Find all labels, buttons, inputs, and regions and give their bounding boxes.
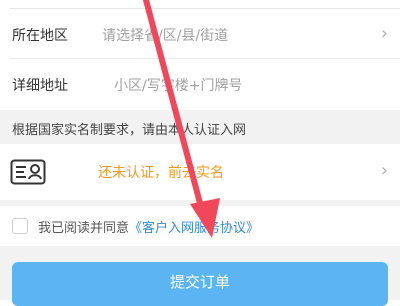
region-row[interactable]: 所在地区 请选择省/区/县/街道 › <box>0 10 400 58</box>
address-label: 详细地址 <box>12 78 68 94</box>
notice-bar: 根据国家实名制要求，请由本人认证入网 <box>0 110 400 144</box>
address-input[interactable]: 小区/写字楼+门牌号 <box>114 75 242 95</box>
agreement-text: 我已阅读并同意《客户入网服务协议》 <box>38 217 259 236</box>
agreement-row: 我已阅读并同意《客户入网服务协议》 <box>0 206 400 246</box>
chevron-right-icon: › <box>380 23 388 44</box>
agreement-prefix: 我已阅读并同意 <box>38 221 130 236</box>
agreement-checkbox[interactable] <box>12 218 28 234</box>
chevron-right-icon: › <box>380 160 388 181</box>
agreement-link[interactable]: 《客户入网服务协议》 <box>129 221 259 236</box>
verify-row[interactable]: 还未认证，前去实名 › <box>0 144 400 200</box>
verify-status-text[interactable]: 还未认证，前去实名 <box>98 162 224 182</box>
notice-text: 根据国家实名制要求，请由本人认证入网 <box>12 123 247 138</box>
id-card-icon <box>10 159 46 185</box>
region-label: 所在地区 <box>12 28 68 44</box>
top-divider <box>10 8 400 9</box>
submit-order-button[interactable]: 提交订单 <box>12 262 388 306</box>
address-row[interactable]: 详细地址 小区/写字楼+门牌号 <box>0 59 400 109</box>
region-placeholder[interactable]: 请选择省/区/县/街道 <box>102 25 228 45</box>
